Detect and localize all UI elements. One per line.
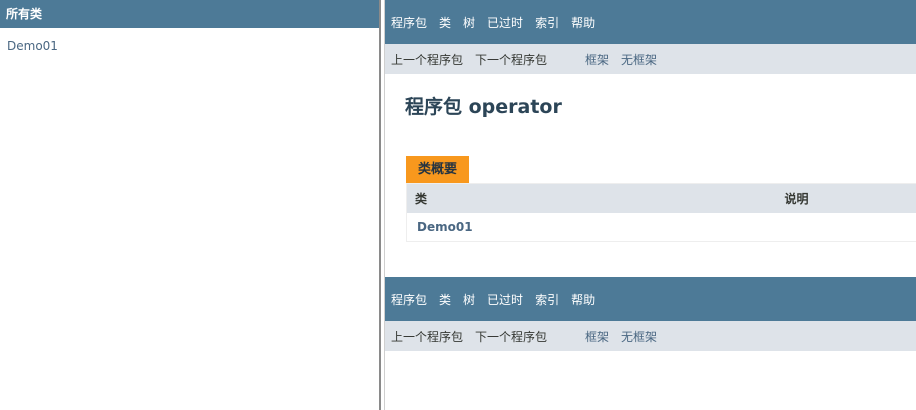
sub-nav-bar: 上一个程序包 下一个程序包 框架 无框架 bbox=[385, 44, 916, 74]
class-list: Demo01 bbox=[0, 28, 379, 64]
bottom-nav-tree[interactable]: 树 bbox=[463, 291, 475, 308]
all-classes-header: 所有类 bbox=[0, 0, 379, 28]
bottom-nav-class[interactable]: 类 bbox=[439, 291, 451, 308]
bottom-nav-index[interactable]: 索引 bbox=[535, 291, 559, 308]
next-package-label: 下一个程序包 bbox=[475, 52, 548, 67]
package-frame: 程序包 类 树 已过时 索引 帮助 上一个程序包 下一个程序包 框架 无框架 程… bbox=[385, 0, 916, 410]
table-row: Demo01 bbox=[406, 212, 916, 242]
bottom-nav-deprecated[interactable]: 已过时 bbox=[487, 291, 523, 308]
nav-index[interactable]: 索引 bbox=[535, 14, 559, 31]
class-cell: Demo01 bbox=[406, 212, 777, 242]
nav-class[interactable]: 类 bbox=[439, 14, 451, 31]
bottom-nav-help[interactable]: 帮助 bbox=[571, 291, 595, 308]
prev-package-label: 上一个程序包 bbox=[391, 52, 464, 67]
top-nav-bar: 程序包 类 树 已过时 索引 帮助 bbox=[385, 0, 916, 44]
nav-package[interactable]: 程序包 bbox=[391, 14, 427, 31]
bottom-next-package-label: 下一个程序包 bbox=[475, 329, 548, 344]
class-summary-tab: 类概要 bbox=[406, 156, 470, 183]
bottom-no-frames-link[interactable]: 无框架 bbox=[621, 328, 657, 345]
class-link-demo01-summary[interactable]: Demo01 bbox=[417, 220, 473, 234]
class-summary: 类概要 类 说明 Demo01 bbox=[406, 156, 916, 242]
description-cell bbox=[776, 212, 916, 242]
bottom-nav-package[interactable]: 程序包 bbox=[391, 291, 427, 308]
bottom-nav: 程序包 类 树 已过时 索引 帮助 上一个程序包 下一个程序包 框架 无框架 bbox=[385, 277, 916, 351]
nav-help[interactable]: 帮助 bbox=[571, 14, 595, 31]
class-summary-table: 类 说明 Demo01 bbox=[406, 183, 916, 242]
page-title: 程序包 operator bbox=[405, 96, 562, 118]
bottom-frames-link[interactable]: 框架 bbox=[585, 328, 609, 345]
class-link-demo01[interactable]: Demo01 bbox=[7, 38, 372, 54]
nav-deprecated[interactable]: 已过时 bbox=[487, 14, 523, 31]
column-header-description: 说明 bbox=[776, 183, 916, 213]
bottom-prev-package-label: 上一个程序包 bbox=[391, 329, 464, 344]
bottom-sub-nav-bar: 上一个程序包 下一个程序包 框架 无框架 bbox=[385, 321, 916, 351]
frames-link[interactable]: 框架 bbox=[585, 51, 609, 68]
nav-tree[interactable]: 树 bbox=[463, 14, 475, 31]
column-header-class: 类 bbox=[406, 183, 777, 213]
bottom-top-nav-bar: 程序包 类 树 已过时 索引 帮助 bbox=[385, 277, 916, 321]
all-classes-frame: 所有类 Demo01 bbox=[0, 0, 379, 410]
no-frames-link[interactable]: 无框架 bbox=[621, 51, 657, 68]
table-header-row: 类 说明 bbox=[406, 183, 916, 213]
